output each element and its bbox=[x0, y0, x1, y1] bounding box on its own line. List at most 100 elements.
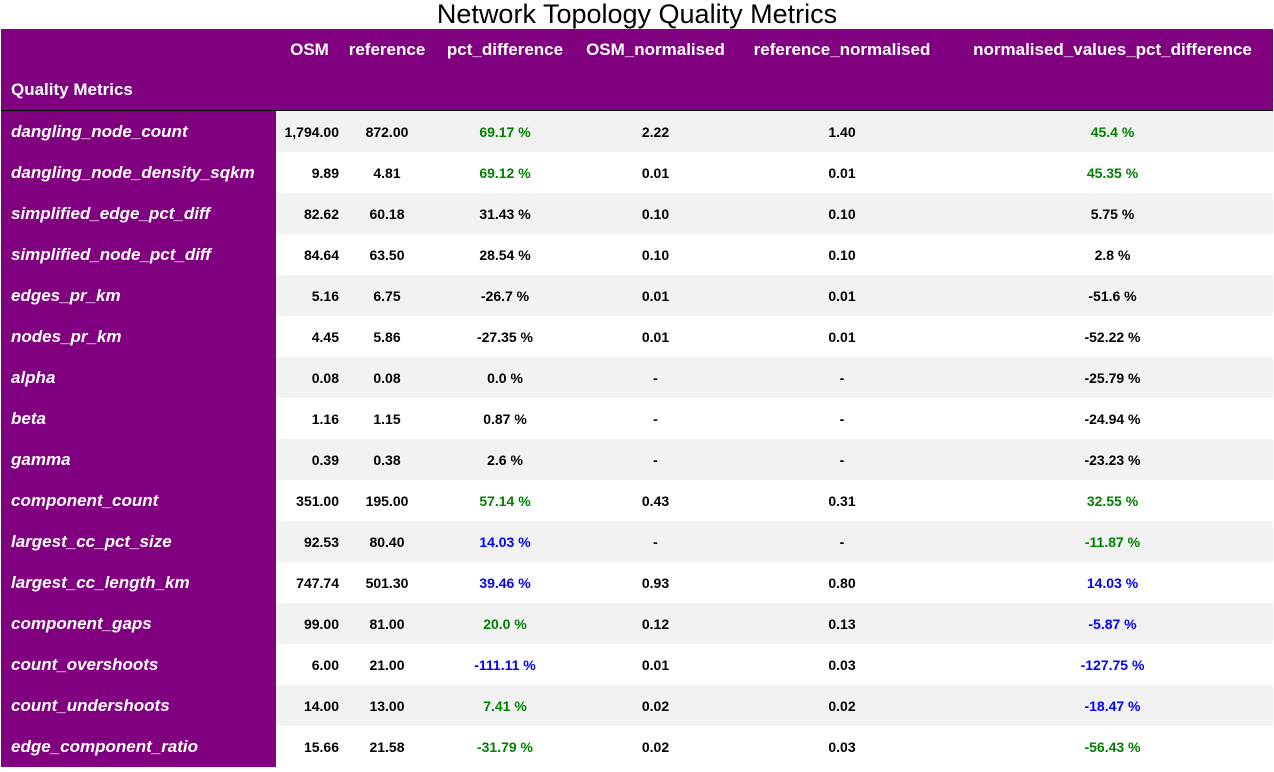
row-label: largest_cc_length_km bbox=[1, 562, 276, 603]
cell-osm-normalised: 0.93 bbox=[579, 562, 732, 603]
cell-reference: 501.30 bbox=[343, 562, 431, 603]
cell-reference: 195.00 bbox=[343, 480, 431, 521]
cell-pct-difference: 2.6 % bbox=[431, 439, 579, 480]
column-header-osm: OSM bbox=[276, 29, 343, 70]
column-header-row: OSM reference pct_difference OSM_normali… bbox=[1, 29, 1273, 70]
cell-pct-difference: 14.03 % bbox=[431, 521, 579, 562]
index-header-filler bbox=[579, 70, 732, 111]
column-header-normalised-values-pct-difference: normalised_values_pct_difference bbox=[952, 29, 1273, 70]
cell-reference-normalised: 0.01 bbox=[732, 275, 952, 316]
cell-osm-normalised: 0.01 bbox=[579, 275, 732, 316]
cell-osm: 14.00 bbox=[276, 685, 343, 726]
cell-pct-difference: 7.41 % bbox=[431, 685, 579, 726]
index-header-filler bbox=[276, 70, 343, 111]
cell-osm-normalised: - bbox=[579, 357, 732, 398]
cell-osm-normalised: 0.43 bbox=[579, 480, 732, 521]
cell-reference: 63.50 bbox=[343, 234, 431, 275]
cell-osm: 4.45 bbox=[276, 316, 343, 357]
cell-reference-normalised: 0.03 bbox=[732, 726, 952, 767]
cell-osm: 0.08 bbox=[276, 357, 343, 398]
row-label: count_undershoots bbox=[1, 685, 276, 726]
cell-normalised-pct-difference: 45.35 % bbox=[952, 152, 1273, 193]
table-row: component_count 351.00 195.00 57.14 % 0.43 0.… bbox=[1, 480, 1273, 521]
index-name-header: Quality Metrics bbox=[1, 70, 276, 111]
cell-reference-normalised: 0.03 bbox=[732, 644, 952, 685]
cell-pct-difference: 0.0 % bbox=[431, 357, 579, 398]
cell-pct-difference: -31.79 % bbox=[431, 726, 579, 767]
cell-normalised-pct-difference: -56.43 % bbox=[952, 726, 1273, 767]
row-label: beta bbox=[1, 398, 276, 439]
table-title: Network Topology Quality Metrics bbox=[436, 0, 838, 29]
table-row: count_undershoots 14.00 13.00 7.41 % 0.02 0.0… bbox=[1, 685, 1273, 726]
cell-reference: 81.00 bbox=[343, 603, 431, 644]
cell-osm: 0.39 bbox=[276, 439, 343, 480]
cell-reference-normalised: - bbox=[732, 439, 952, 480]
cell-reference-normalised: 0.01 bbox=[732, 152, 952, 193]
index-header-filler bbox=[431, 70, 579, 111]
table-row: alpha 0.08 0.08 0.0 % - - -25.79 % bbox=[1, 357, 1273, 398]
cell-normalised-pct-difference: -52.22 % bbox=[952, 316, 1273, 357]
row-label: simplified_node_pct_diff bbox=[1, 234, 276, 275]
cell-osm-normalised: 2.22 bbox=[579, 110, 732, 152]
row-label: alpha bbox=[1, 357, 276, 398]
cell-reference: 80.40 bbox=[343, 521, 431, 562]
row-label: nodes_pr_km bbox=[1, 316, 276, 357]
table-body: dangling_node_count 1,794.00 872.00 69.17 %… bbox=[1, 110, 1273, 767]
cell-osm: 82.62 bbox=[276, 193, 343, 234]
cell-normalised-pct-difference: -23.23 % bbox=[952, 439, 1273, 480]
table-row: beta 1.16 1.15 0.87 % - - -24.94 % bbox=[1, 398, 1273, 439]
cell-normalised-pct-difference: -127.75 % bbox=[952, 644, 1273, 685]
cell-osm-normalised: 0.10 bbox=[579, 234, 732, 275]
cell-osm-normalised: 0.12 bbox=[579, 603, 732, 644]
cell-osm: 5.16 bbox=[276, 275, 343, 316]
index-header-filler bbox=[952, 70, 1273, 111]
table-row: component_gaps 99.00 81.00 20.0 % 0.12 0.13 -5… bbox=[1, 603, 1273, 644]
cell-pct-difference: 0.87 % bbox=[431, 398, 579, 439]
column-header-pct-difference: pct_difference bbox=[431, 29, 579, 70]
cell-osm-normalised: 0.01 bbox=[579, 644, 732, 685]
cell-normalised-pct-difference: 14.03 % bbox=[952, 562, 1273, 603]
cell-osm-normalised: 0.02 bbox=[579, 726, 732, 767]
table-row: simplified_node_pct_diff 84.64 63.50 28.54 … bbox=[1, 234, 1273, 275]
cell-pct-difference: 69.17 % bbox=[431, 110, 579, 152]
row-label: component_gaps bbox=[1, 603, 276, 644]
cell-normalised-pct-difference: -24.94 % bbox=[952, 398, 1273, 439]
cell-normalised-pct-difference: -5.87 % bbox=[952, 603, 1273, 644]
cell-normalised-pct-difference: 2.8 % bbox=[952, 234, 1273, 275]
table-row: nodes_pr_km 4.45 5.86 -27.35 % 0.01 0.01 -52.2… bbox=[1, 316, 1273, 357]
cell-reference-normalised: - bbox=[732, 357, 952, 398]
cell-osm: 9.89 bbox=[276, 152, 343, 193]
row-label: edge_component_ratio bbox=[1, 726, 276, 767]
row-label: gamma bbox=[1, 439, 276, 480]
table-row: gamma 0.39 0.38 2.6 % - - -23.23 % bbox=[1, 439, 1273, 480]
cell-normalised-pct-difference: -25.79 % bbox=[952, 357, 1273, 398]
cell-pct-difference: 31.43 % bbox=[431, 193, 579, 234]
cell-reference-normalised: 0.13 bbox=[732, 603, 952, 644]
cell-osm-normalised: 0.02 bbox=[579, 685, 732, 726]
corner-header-cell bbox=[1, 29, 276, 70]
cell-pct-difference: 39.46 % bbox=[431, 562, 579, 603]
row-label: simplified_edge_pct_diff bbox=[1, 193, 276, 234]
row-label: edges_pr_km bbox=[1, 275, 276, 316]
cell-reference: 872.00 bbox=[343, 110, 431, 152]
table-row: dangling_node_density_sqkm 9.89 4.81 69.12 … bbox=[1, 152, 1273, 193]
table-row: count_overshoots 6.00 21.00 -111.11 % 0.01 0.… bbox=[1, 644, 1273, 685]
cell-reference-normalised: 0.80 bbox=[732, 562, 952, 603]
cell-reference-normalised: 1.40 bbox=[732, 110, 952, 152]
index-header-row: Quality Metrics bbox=[1, 70, 1273, 111]
cell-osm-normalised: 0.01 bbox=[579, 152, 732, 193]
cell-reference-normalised: 0.10 bbox=[732, 193, 952, 234]
cell-osm-normalised: - bbox=[579, 439, 732, 480]
quality-metrics-table: OSM reference pct_difference OSM_normali… bbox=[1, 29, 1273, 767]
cell-pct-difference: -111.11 % bbox=[431, 644, 579, 685]
table-row: largest_cc_pct_size 92.53 80.40 14.03 % - - -1… bbox=[1, 521, 1273, 562]
cell-normalised-pct-difference: -11.87 % bbox=[952, 521, 1273, 562]
table-row: largest_cc_length_km 747.74 501.30 39.46 % 0… bbox=[1, 562, 1273, 603]
cell-reference: 21.58 bbox=[343, 726, 431, 767]
column-header-reference: reference bbox=[343, 29, 431, 70]
cell-reference-normalised: - bbox=[732, 398, 952, 439]
cell-osm: 747.74 bbox=[276, 562, 343, 603]
cell-reference: 60.18 bbox=[343, 193, 431, 234]
cell-reference-normalised: 0.02 bbox=[732, 685, 952, 726]
column-header-reference-normalised: reference_normalised bbox=[732, 29, 952, 70]
